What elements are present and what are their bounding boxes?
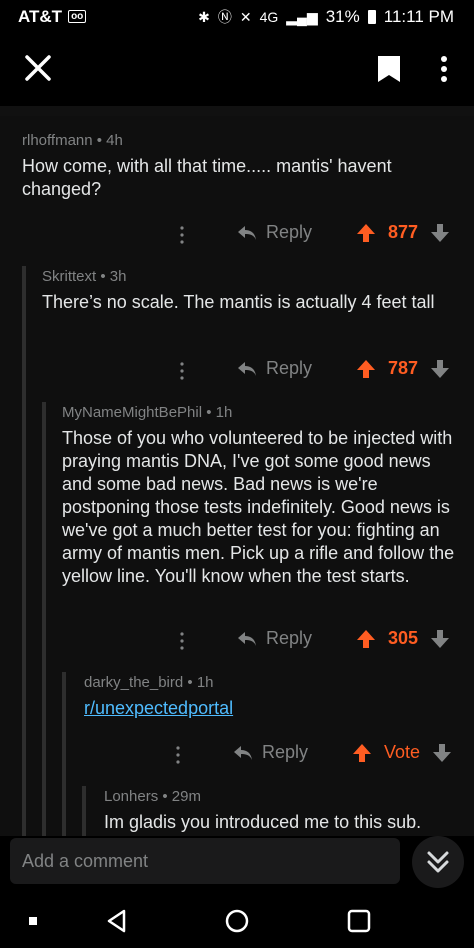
- voicemail-icon: oo: [68, 10, 87, 23]
- reply-button[interactable]: Reply: [236, 628, 312, 649]
- nfc-icon: Ⓝ: [217, 9, 232, 25]
- reply-icon: [238, 361, 256, 376]
- reply-icon: [238, 631, 256, 646]
- comment-actions: Reply 305: [0, 626, 474, 656]
- comment: darky_the_bird • 1h r/unexpectedportal: [84, 674, 454, 720]
- status-right: ✱ Ⓝ ✕ 4G ▂▄▆ 31% 11:11 PM: [198, 7, 454, 27]
- comment-actions: Reply 787: [0, 356, 474, 386]
- reply-button[interactable]: Reply: [236, 358, 312, 379]
- scroll-down-button[interactable]: [412, 836, 464, 888]
- reply-label: Reply: [262, 742, 309, 762]
- vote-controls: 787: [356, 358, 450, 379]
- score-value: 305: [388, 628, 419, 648]
- score-value: 787: [388, 358, 419, 378]
- upvote-icon[interactable]: [356, 629, 376, 649]
- comment-body: How come, with all that time..... mantis…: [22, 156, 392, 199]
- bookmark-icon[interactable]: [376, 54, 402, 84]
- vote-controls: Vote: [352, 742, 452, 763]
- comment-meta[interactable]: rlhoffmann • 4h: [22, 132, 452, 149]
- upvote-icon[interactable]: [356, 359, 376, 379]
- score-value: 877: [388, 222, 419, 242]
- reply-label: Reply: [266, 358, 313, 378]
- upvote-icon[interactable]: [352, 743, 372, 763]
- downvote-icon[interactable]: [432, 743, 452, 763]
- more-options-icon[interactable]: [180, 226, 184, 244]
- system-nav-bar: [0, 888, 474, 948]
- comment-body: There’s no scale. The mantis is actually…: [42, 292, 435, 312]
- comment: Lonhers • 29m Im gladis you introduced m…: [104, 788, 464, 834]
- downvote-icon[interactable]: [430, 223, 450, 243]
- comment-body: Those of you who volunteered to be injec…: [62, 428, 455, 586]
- double-chevron-down-icon: [427, 851, 449, 873]
- back-icon[interactable]: [104, 908, 130, 934]
- reply-button[interactable]: Reply: [236, 222, 312, 243]
- thread-line[interactable]: [82, 786, 86, 836]
- mute-icon: ✕: [239, 8, 252, 25]
- recent-indicator-icon: [29, 917, 37, 925]
- header-divider: [0, 106, 474, 116]
- subreddit-link[interactable]: r/unexpectedportal: [84, 697, 454, 720]
- clock: 11:11 PM: [383, 7, 454, 26]
- vote-controls: 877: [356, 222, 450, 243]
- vote-label: Vote: [384, 742, 421, 762]
- status-bar: AT&T oo ✱ Ⓝ ✕ 4G ▂▄▆ 31% 11:11 PM: [0, 0, 474, 34]
- comment-body: Im gladis you introduced me to this sub.: [104, 812, 422, 832]
- network-label: 4G: [259, 9, 279, 25]
- more-options-icon[interactable]: [180, 362, 184, 380]
- downvote-icon[interactable]: [430, 359, 450, 379]
- comment-actions: Reply Vote: [0, 740, 474, 770]
- reply-label: Reply: [266, 222, 313, 242]
- status-left: AT&T oo: [18, 7, 87, 27]
- comment: Skrittext • 3h There’s no scale. The man…: [42, 268, 452, 314]
- recents-icon[interactable]: [346, 908, 372, 934]
- reply-label: Reply: [266, 628, 313, 648]
- bluetooth-icon: ✱: [198, 8, 210, 25]
- downvote-icon[interactable]: [430, 629, 450, 649]
- reply-icon: [234, 745, 252, 760]
- battery-icon: [367, 10, 376, 24]
- add-comment-input[interactable]: Add a comment: [10, 838, 400, 884]
- carrier-label: AT&T: [18, 7, 63, 26]
- thread-line[interactable]: [42, 402, 46, 836]
- comment-composer: Add a comment: [0, 836, 474, 888]
- comment-meta[interactable]: Skrittext • 3h: [42, 268, 452, 285]
- reply-icon: [238, 225, 256, 240]
- signal-icon: ▂▄▆: [286, 8, 318, 25]
- upvote-icon[interactable]: [356, 223, 376, 243]
- close-icon[interactable]: [20, 50, 56, 86]
- more-options-icon[interactable]: [180, 632, 184, 650]
- comment-meta[interactable]: MyNameMightBePhil • 1h: [62, 404, 456, 421]
- comment-meta[interactable]: Lonhers • 29m: [104, 788, 464, 805]
- comment: MyNameMightBePhil • 1h Those of you who …: [62, 404, 456, 588]
- reply-button[interactable]: Reply: [232, 742, 308, 763]
- more-options-icon[interactable]: [176, 746, 180, 764]
- comment: rlhoffmann • 4h How come, with all that …: [22, 132, 452, 201]
- vote-controls: 305: [356, 628, 450, 649]
- home-icon[interactable]: [224, 908, 250, 934]
- comment-actions: Reply 877: [0, 220, 474, 250]
- app-bar: [0, 34, 474, 106]
- comment-meta[interactable]: darky_the_bird • 1h: [84, 674, 454, 691]
- more-vertical-icon[interactable]: [432, 52, 456, 86]
- comment-thread[interactable]: rlhoffmann • 4h How come, with all that …: [0, 116, 474, 836]
- battery-percent: 31%: [325, 7, 360, 26]
